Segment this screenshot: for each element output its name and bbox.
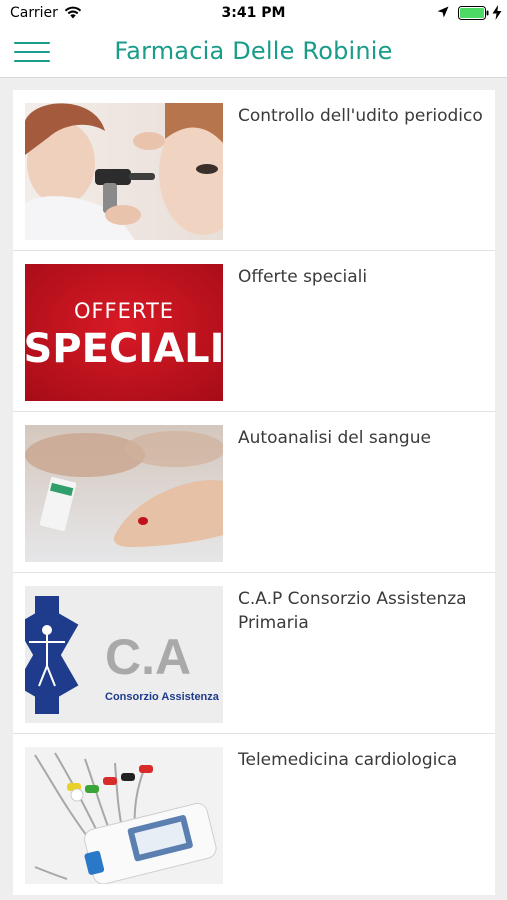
item-title: Autoanalisi del sangue — [238, 428, 431, 448]
offers-image-text-top: OFFERTE — [74, 299, 174, 323]
services-list: Controllo dell'udito periodico OFFERTE S… — [13, 90, 495, 895]
list-item-hearing-check[interactable]: Controllo dell'udito periodico — [13, 90, 495, 251]
cap-logo-text: C.A — [105, 629, 191, 685]
list-item-blood-test[interactable]: Autoanalisi del sangue — [13, 412, 495, 573]
status-bar: Carrier 3:41 PM — [0, 0, 507, 26]
cap-logo-image: C.A Consorzio Assistenza — [25, 586, 223, 723]
item-title: Controllo dell'udito periodico — [238, 106, 483, 126]
item-title: Offerte speciali — [238, 267, 368, 287]
ecg-device-image — [25, 747, 223, 884]
item-title: C.A.P Consorzio Assistenza Primaria — [238, 589, 467, 633]
list-item-cap-consortium[interactable]: C.A Consorzio Assistenza C.A.P Consorzio… — [13, 573, 495, 734]
list-item-special-offers[interactable]: OFFERTE SPECIALI Offerte speciali — [13, 251, 495, 412]
special-offers-image: OFFERTE SPECIALI — [25, 264, 223, 401]
location-arrow-icon — [437, 6, 449, 18]
navigation-bar: Farmacia Delle Robinie — [0, 26, 507, 78]
ear-examination-image — [25, 103, 223, 240]
app-title: Farmacia Delle Robinie — [114, 37, 393, 65]
blood-test-image — [25, 425, 223, 562]
item-title: Telemedicina cardiologica — [238, 750, 458, 770]
battery-icon — [458, 6, 489, 20]
list-item-telecardiology[interactable]: Telemedicina cardiologica — [13, 734, 495, 895]
offers-image-text-main: SPECIALI — [25, 326, 223, 372]
status-time: 3:41 PM — [221, 5, 286, 21]
cap-logo-subtext: Consorzio Assistenza — [105, 691, 220, 703]
charging-bolt-icon — [492, 5, 502, 20]
